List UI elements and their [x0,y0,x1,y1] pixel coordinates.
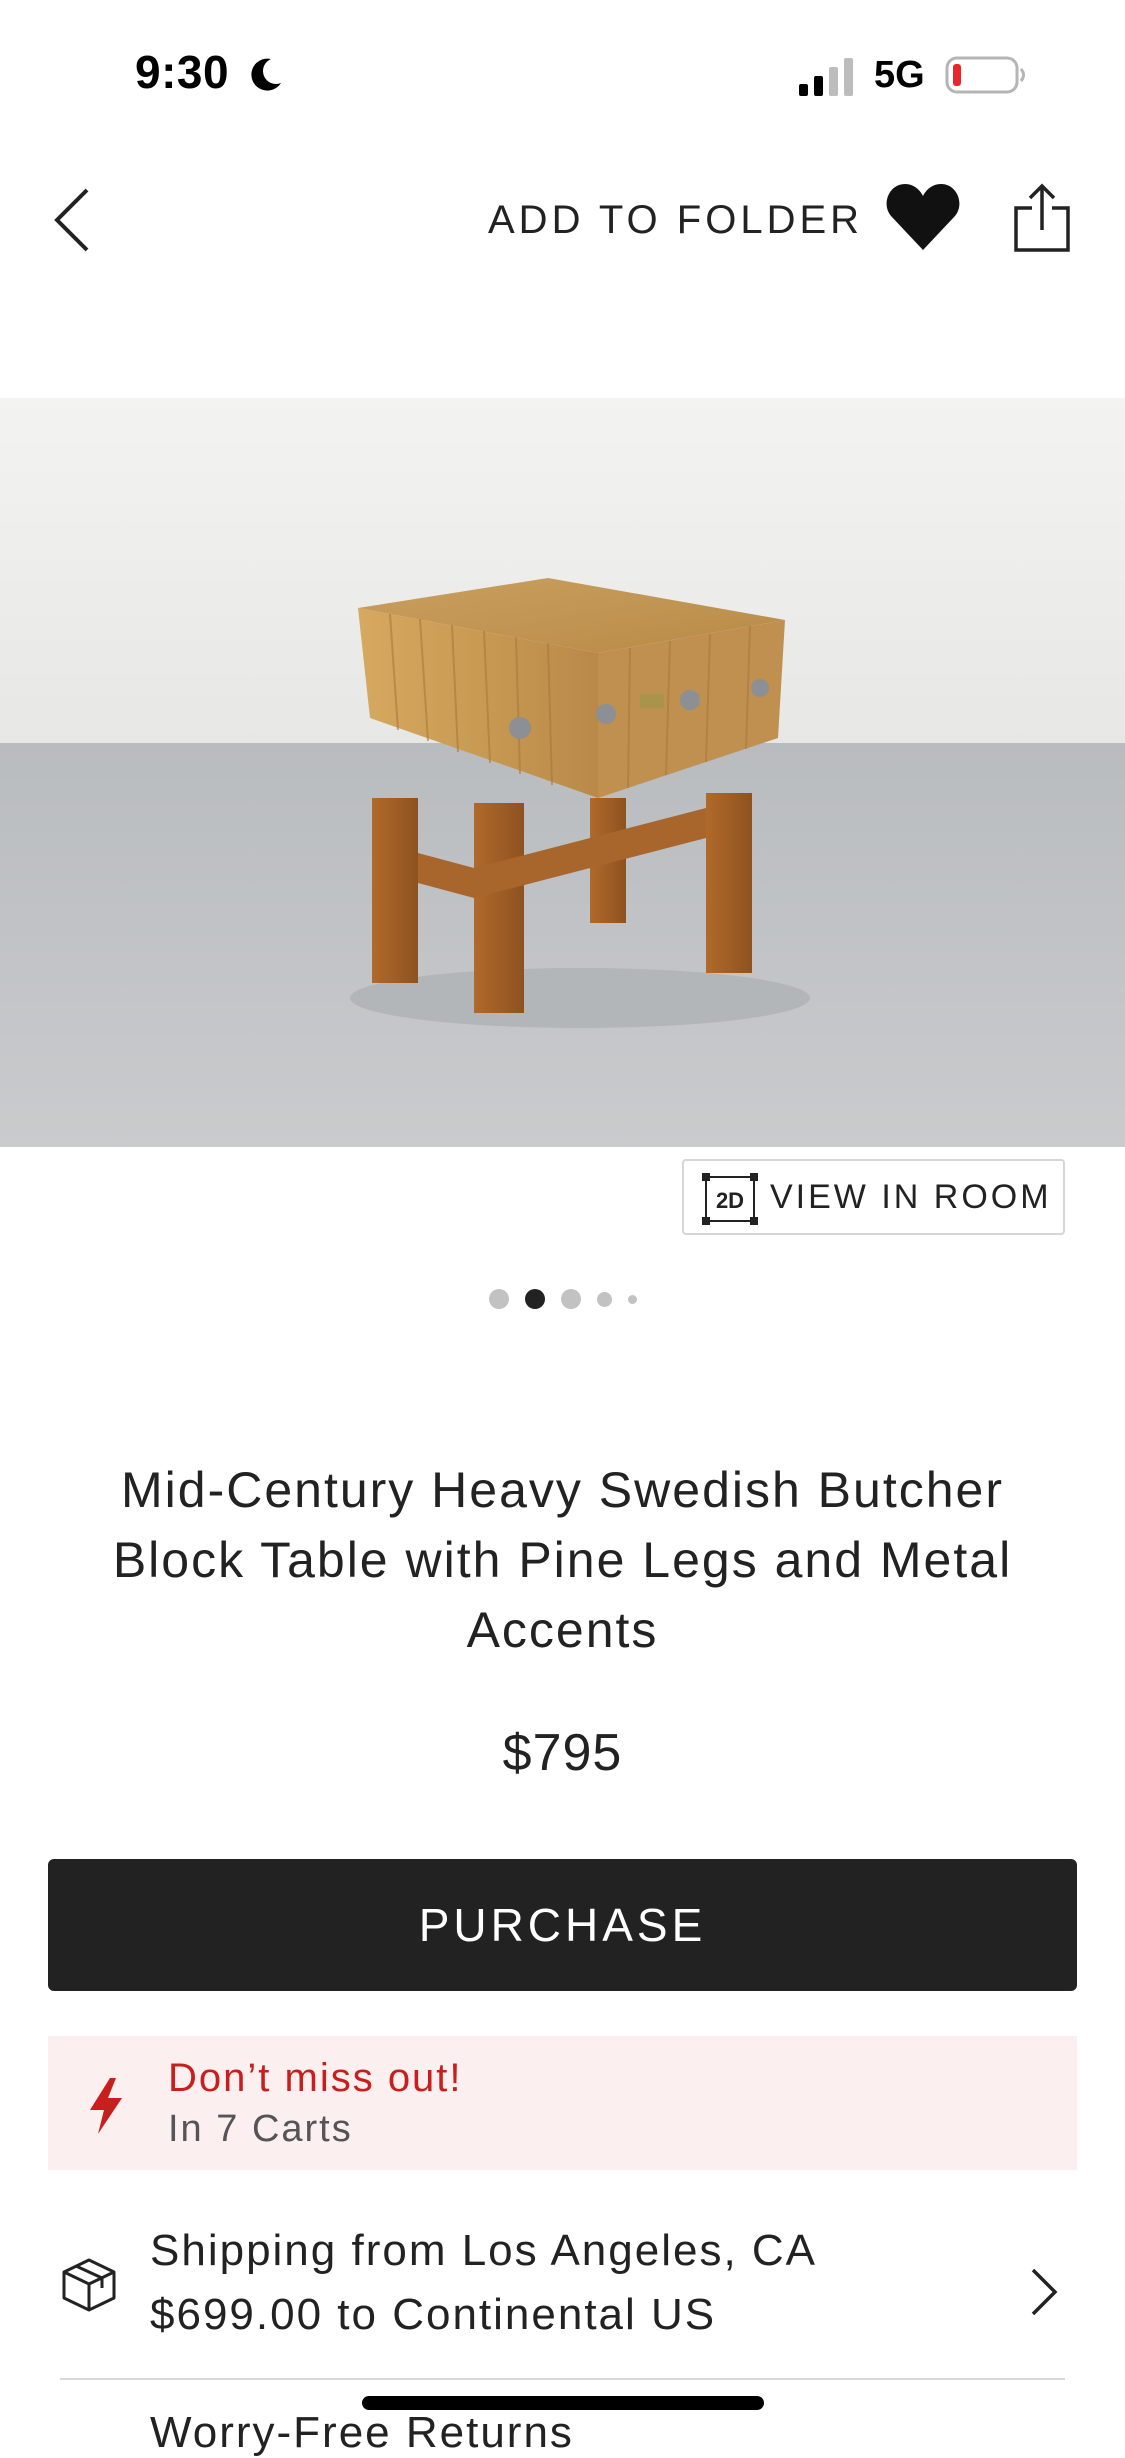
product-title: Mid-Century Heavy Swedish Butcher Block … [112,1462,1013,1658]
battery-low-icon [945,56,1025,94]
shipping-subtitle: $699.00 to Continental US [150,2290,717,2339]
share-icon[interactable] [1010,180,1074,260]
urgency-title: Don’t miss out! [168,2056,463,2100]
home-indicator[interactable] [362,2396,764,2410]
moon-icon [251,58,281,91]
network-label: 5G [874,54,925,96]
returns-row-partial[interactable]: Worry-Free Returns [150,2408,574,2458]
carousel-dot-1[interactable] [488,1289,509,1309]
lightning-icon [90,2078,122,2134]
carousel-dot-3[interactable] [560,1289,581,1309]
view-in-room-label: VIEW IN ROOM [770,1178,1052,1216]
chevron-right-icon [1031,2268,1058,2316]
add-to-folder-button[interactable]: ADD TO FOLDER [488,198,863,243]
carousel-dot-4[interactable] [596,1291,612,1307]
carousel-dot-5[interactable] [627,1294,637,1304]
heart-icon[interactable] [883,178,963,258]
signal-icon [799,58,853,96]
status-time: 9:30 [135,46,230,98]
carousel-pagination [0,1282,1125,1316]
butcher-block-table-photo [0,398,1125,1147]
urgency-banner: Don’t miss out! In 7 Carts [48,2036,1077,2170]
product-image[interactable] [0,398,1125,1147]
shipping-row[interactable]: Shipping from Los Angeles, CA $699.00 to… [48,2210,1077,2370]
view-in-room-button[interactable]: 2D VIEW IN ROOM [682,1159,1065,1235]
back-chevron-icon[interactable] [45,180,105,260]
purchase-label: PURCHASE [418,1899,707,1951]
view-in-room-badge: 2D [716,1188,744,1213]
shipping-title: Shipping from Los Angeles, CA [150,2226,818,2275]
carousel-dot-2-active[interactable] [524,1289,545,1309]
urgency-subtitle: In 7 Carts [168,2108,353,2150]
box-icon [62,2258,116,2312]
view-in-room-2d-icon: 2D [702,1173,758,1225]
product-price: $795 [502,1724,623,1782]
purchase-button[interactable]: PURCHASE [48,1859,1077,1991]
divider [60,2378,1065,2380]
